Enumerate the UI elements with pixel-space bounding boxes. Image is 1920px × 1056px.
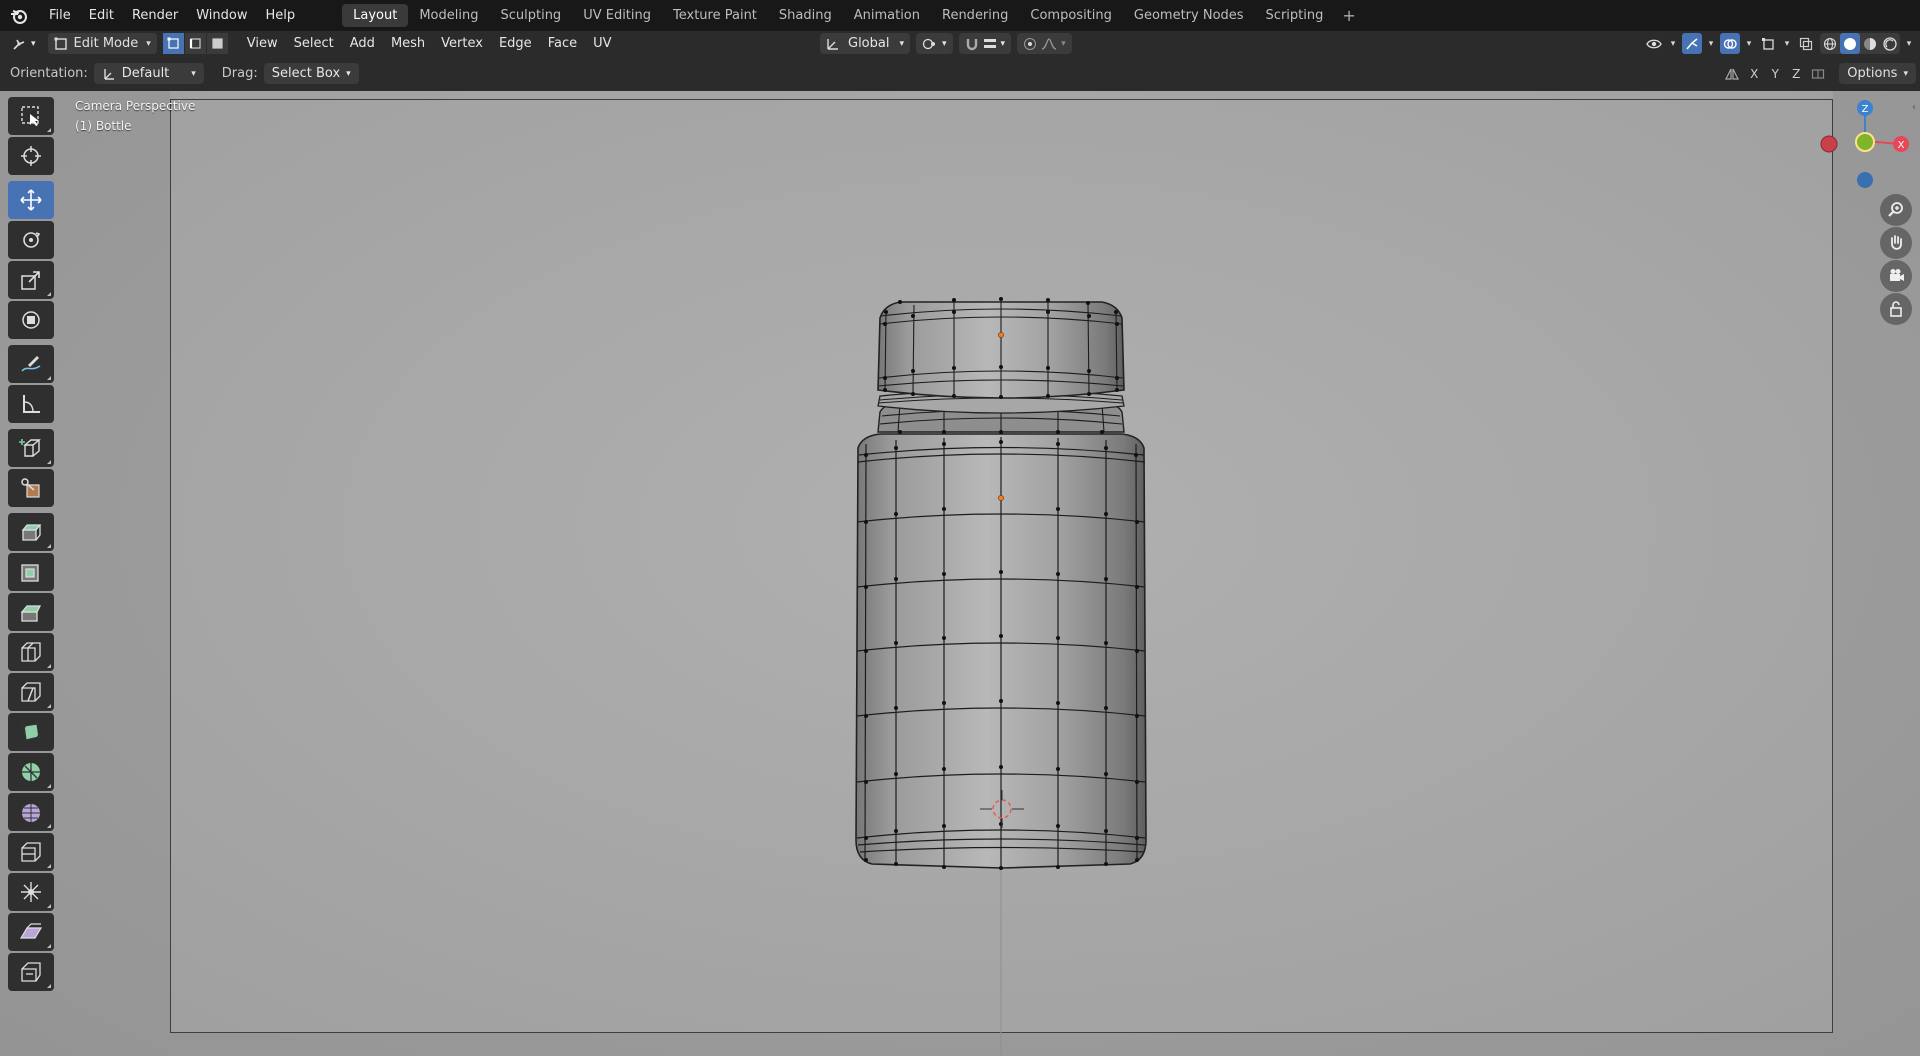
loop-cut-icon (21, 642, 41, 662)
poly-build-tool[interactable] (8, 713, 54, 751)
tool-shelf (8, 97, 55, 993)
edge-slide-icon (21, 842, 41, 862)
cursor-crosshair-icon (21, 146, 41, 166)
gizmo-neg-x-axis-icon[interactable] (1820, 135, 1838, 153)
navigation-gizmo[interactable]: Z X (1810, 94, 1920, 204)
bevel-icon (20, 605, 42, 622)
selected-vertex[interactable] (998, 332, 1004, 338)
shrink-fatten-tool[interactable] (8, 873, 54, 911)
cursor-tool[interactable] (8, 137, 54, 175)
annotate-pencil-icon (21, 356, 41, 372)
shear-tool[interactable] (8, 913, 54, 951)
extrude-icon (21, 524, 42, 541)
inset-faces-icon (21, 564, 39, 582)
smooth-sphere-icon (22, 804, 40, 822)
annotate-tool[interactable] (8, 345, 54, 383)
rotate-tool[interactable] (8, 221, 54, 259)
pan-button[interactable] (1880, 227, 1912, 259)
zoom-magnifier-icon (1888, 202, 1903, 217)
knife-icon (21, 682, 41, 702)
knife-add-tool[interactable] (8, 469, 54, 507)
gizmo-z-label: Z (1862, 104, 1869, 115)
smooth-tool[interactable] (8, 793, 54, 831)
rotate-icon (23, 232, 41, 248)
move-tool[interactable] (8, 181, 54, 219)
hand-pan-icon (1891, 235, 1902, 250)
selected-vertex[interactable] (998, 495, 1004, 501)
spin-tool[interactable] (8, 753, 54, 791)
select-box-tool[interactable] (8, 97, 54, 135)
gizmo-neg-z-axis-icon[interactable] (1857, 172, 1873, 188)
camera-view-button[interactable] (1880, 260, 1912, 292)
add-cube-tool[interactable] (8, 429, 54, 467)
transform-tool[interactable] (8, 301, 54, 339)
rip-region-icon (21, 962, 41, 982)
sidebar-collapse-chevron-icon[interactable]: ‹ (1912, 102, 1920, 116)
scale-tool[interactable] (8, 261, 54, 299)
lock-camera-button[interactable] (1880, 293, 1912, 325)
shear-icon (19, 923, 43, 939)
loop-cut-tool[interactable] (8, 633, 54, 671)
scale-icon (21, 271, 40, 290)
bevel-tool[interactable] (8, 593, 54, 631)
gizmo-x-label: X (1898, 140, 1905, 151)
measure-ruler-icon (23, 395, 40, 413)
add-object-scissors-icon (21, 478, 40, 498)
spin-icon (22, 763, 40, 781)
inset-faces-tool[interactable] (8, 553, 54, 591)
poly-build-icon (22, 723, 41, 741)
edge-slide-tool[interactable] (8, 833, 54, 871)
select-box-icon (21, 106, 39, 126)
zoom-button[interactable] (1880, 194, 1912, 226)
extrude-region-tool[interactable] (8, 513, 54, 551)
rip-region-tool[interactable] (8, 953, 54, 991)
move-arrows-icon (20, 189, 42, 211)
knife-tool[interactable] (8, 673, 54, 711)
lock-icon (1890, 301, 1902, 317)
shrink-fatten-icon (21, 882, 41, 902)
add-cube-icon (19, 439, 41, 457)
bottle-mesh (855, 297, 1147, 1056)
camera-icon (1890, 269, 1904, 281)
gizmo-y-axis-icon[interactable] (1855, 132, 1875, 152)
transform-icon (22, 311, 40, 329)
measure-tool[interactable] (8, 385, 54, 423)
